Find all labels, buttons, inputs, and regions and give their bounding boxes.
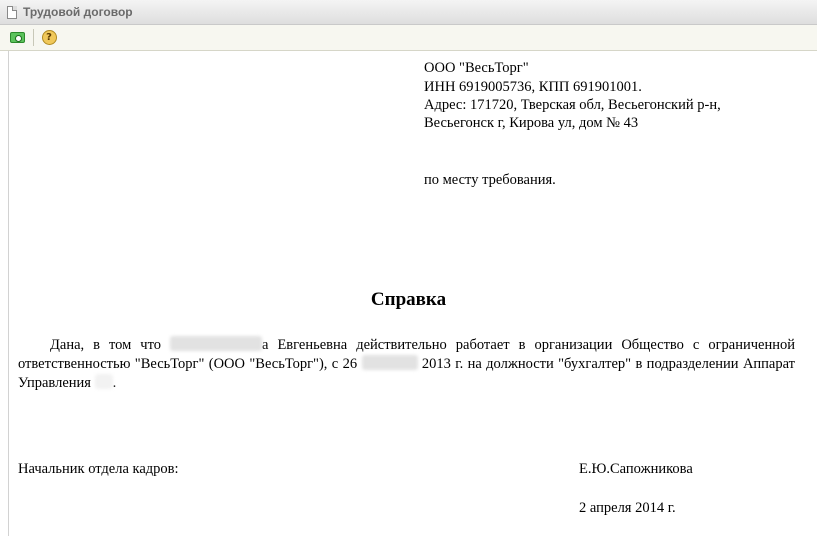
document-date: 2 апреля 2014 г. (579, 500, 676, 516)
signatory-title: Начальник отдела кадров: (18, 461, 179, 477)
document-heading: Справка (370, 289, 447, 310)
redacted-month (361, 355, 418, 370)
document-area[interactable]: ООО "ВесьТорг" ИНН 6919005736, КПП 69190… (0, 51, 817, 536)
window-title: Трудовой договор (23, 5, 133, 19)
certificate-body: Дана, в том что а Евгеньевна действитель… (18, 336, 795, 393)
body-text-period: . (112, 375, 117, 391)
photo-button[interactable] (8, 29, 26, 47)
document-icon (7, 5, 17, 19)
help-icon: ? (41, 30, 57, 45)
org-address: Адрес: 171720, Тверская обл, Весьегонски… (424, 97, 721, 113)
window-title-bar: Трудовой договор (0, 0, 817, 25)
body-text-start: Дана, в том что (50, 337, 161, 353)
redacted-department (94, 374, 113, 389)
toolbar: ? (0, 25, 817, 51)
signatory-name: Е.Ю.Сапожникова (579, 461, 693, 477)
redacted-name (170, 336, 263, 351)
photo-camera-icon (9, 32, 25, 43)
destination-text: по месту требования. (424, 172, 556, 188)
toolbar-separator (33, 29, 34, 46)
org-tax-ids: ИНН 6919005736, КПП 691901001. (424, 79, 642, 95)
help-button[interactable]: ? (40, 29, 58, 47)
org-address-line2: Весьегонск г, Кирова ул, дом № 43 (424, 115, 639, 131)
org-name: ООО "ВесьТорг" (424, 60, 529, 76)
